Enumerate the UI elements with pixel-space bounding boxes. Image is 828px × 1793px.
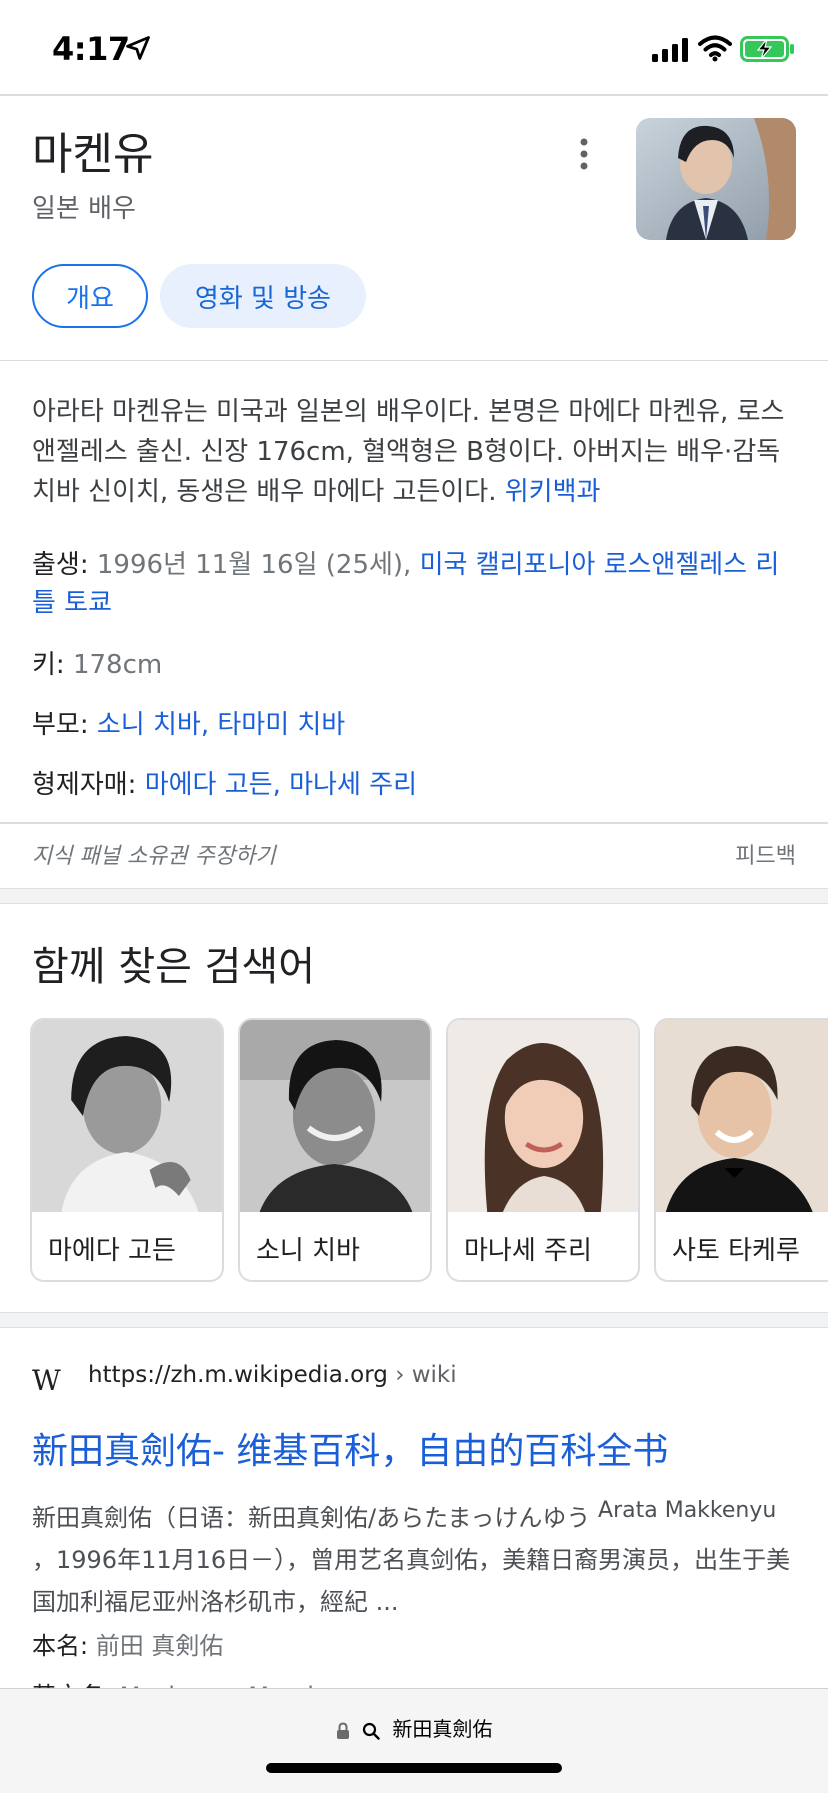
location-arrow-icon [126, 36, 150, 60]
fact-parents-label: 부모: [32, 710, 89, 740]
fact-parents: 부모: 소니 치바, 타마미 치바 [32, 706, 798, 744]
parents-separator: , [200, 710, 210, 740]
entity-description: 아라타 마켄유는 미국과 일본의 배우이다. 본명은 마에다 마켄유, 로스앤젤… [32, 392, 798, 512]
result-snippet: 新田真劍佑（日语：新田真剣佑/あらたまっけんゆう Arata Makkenyu … [32, 1490, 802, 1623]
entity-subtitle: 일본 배우 [32, 194, 136, 224]
wikipedia-source-link[interactable]: 위키백과 [505, 477, 601, 507]
fact-height-value: 178cm [72, 650, 163, 680]
related-person-name: 마나세 주리 [464, 1236, 592, 1266]
sibling-link-1[interactable]: 마에다 고든 [145, 770, 273, 800]
people-also-search-title: 함께 찾은 검색어 [32, 944, 316, 990]
tab-movies-and-tv[interactable]: 영화 및 방송 [160, 264, 366, 328]
tab-overview[interactable]: 개요 [32, 264, 148, 328]
related-card[interactable]: 소니 치바 [238, 1018, 432, 1282]
related-person-name: 소니 치바 [256, 1236, 360, 1266]
wikipedia-logo: W [32, 1364, 61, 1397]
result-title-link[interactable]: 新田真劍佑- 维基百科，自由的百科全书 [32, 1422, 668, 1474]
snippet-romanization: Arata Makkenyu [598, 1498, 777, 1523]
sibling-link-2[interactable]: 마나세 주리 [289, 770, 417, 800]
fact-siblings: 형제자매: 마에다 고든, 마나세 주리 [32, 766, 798, 804]
description-text: 아라타 마켄유는 미국과 일본의 배우이다. 본명은 마에다 마켄유, 로스앤젤… [32, 397, 785, 507]
section-gap [0, 888, 828, 904]
parent-link-1[interactable]: 소니 치바 [97, 710, 201, 740]
search-icon [362, 1722, 380, 1740]
cellular-signal-icon [652, 38, 688, 62]
parent-link-2[interactable]: 타마미 치바 [217, 710, 345, 740]
home-indicator[interactable] [266, 1763, 562, 1773]
status-divider [0, 94, 828, 96]
fact-height-label: 키: [32, 650, 65, 680]
fact-birth-date: 1996년 11월 16일 (25세), [96, 550, 412, 580]
browser-bottom-bar: 新田真劍佑 [0, 1688, 828, 1793]
result-meta-real-name: 本名: 前田 真剣佑 [32, 1626, 223, 1661]
status-bar: 4:17 [0, 0, 828, 94]
entity-title: 마켄유 [32, 129, 154, 180]
entity-photo[interactable] [636, 118, 796, 240]
fact-height: 키: 178cm [32, 646, 798, 684]
related-person-name: 사토 타케루 [672, 1236, 800, 1266]
lock-icon [336, 1721, 349, 1739]
related-person-photo [656, 1020, 828, 1212]
related-card[interactable]: 마나세 주리 [446, 1018, 640, 1282]
section-gap [0, 1312, 828, 1328]
battery-charging-icon [740, 36, 794, 62]
status-time: 4:17 [52, 30, 130, 68]
related-card[interactable]: 마에다 고든 [30, 1018, 224, 1282]
claim-panel-link[interactable]: 지식 패널 소유권 주장하기 [32, 838, 276, 870]
fact-birth-label: 출생: [32, 550, 89, 580]
wifi-icon [698, 35, 732, 62]
more-options-icon[interactable] [572, 136, 596, 172]
fact-birth: 출생: 1996년 11월 16일 (25세), 미국 캘리포니아 로스앤젤레스… [32, 546, 798, 622]
related-person-photo [240, 1020, 430, 1212]
related-person-photo [448, 1020, 638, 1212]
snippet-text-1: 新田真劍佑（日语：新田真剣佑/あらたまっけんゆう [32, 1504, 591, 1532]
related-person-name: 마에다 고든 [48, 1236, 176, 1266]
related-card[interactable]: 사토 타케루 [654, 1018, 828, 1282]
result-url[interactable]: https://zh.m.wikipedia.org › wiki [88, 1362, 457, 1388]
meta-label: 本名: [32, 1632, 89, 1660]
address-bar[interactable]: 新田真劍佑 [0, 1713, 828, 1742]
siblings-separator: , [272, 770, 281, 800]
feedback-link[interactable]: 피드백 [735, 838, 796, 870]
result-breadcrumb: › wiki [395, 1362, 457, 1388]
fact-siblings-label: 형제자매: [32, 770, 137, 800]
result-domain: https://zh.m.wikipedia.org [88, 1362, 388, 1388]
address-text: 新田真劍佑 [392, 1717, 493, 1741]
meta-value: 前田 真剣佑 [95, 1632, 224, 1660]
facts-divider [0, 822, 828, 824]
tabs-divider [0, 360, 828, 361]
snippet-text-2: ，1996年11月16日－），曾用艺名真剑佑，美籍日裔男演员，出生于美国加利福尼… [32, 1546, 791, 1616]
related-person-photo [32, 1020, 222, 1212]
